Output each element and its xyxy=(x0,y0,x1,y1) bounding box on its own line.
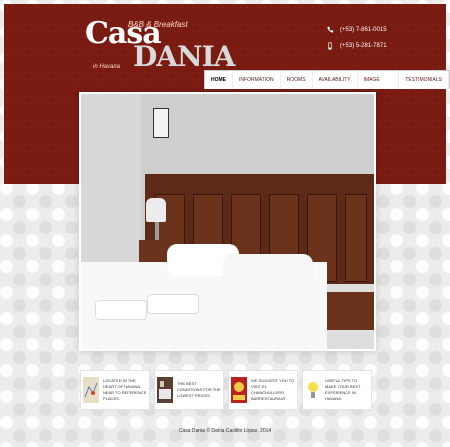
photo-lamp-shade xyxy=(146,198,166,222)
hero-photo-frame xyxy=(79,92,376,351)
contact-phone-1: (+53) 7-861-0015 xyxy=(326,22,387,38)
feature-prices[interactable]: The best conditions for the lowest price… xyxy=(154,370,224,410)
main-nav: Home Information Rooms Availability Imag… xyxy=(204,70,450,101)
mobile-icon xyxy=(328,42,332,50)
phone-number-1: (+53) 7-861-0015 xyxy=(340,27,387,33)
logo-tagline: B&B & Breakfast xyxy=(128,20,188,29)
feature-location[interactable]: Located in the heart of Havana Near to r… xyxy=(80,370,150,410)
photo-towel-1 xyxy=(95,300,147,320)
photo-pillow-2 xyxy=(223,254,313,290)
feature-tips-text: Useful tips to make your best experience… xyxy=(325,378,361,401)
photo-wall-art xyxy=(153,108,169,138)
nav-image-tour[interactable]: Image Tour xyxy=(358,71,400,101)
feature-restaurant-text: We suggest you to visit El Chanchullero … xyxy=(251,378,295,401)
logo-location: in Havana xyxy=(93,64,121,70)
restaurant-logo-icon xyxy=(231,377,247,403)
feature-tips[interactable]: Useful tips to make your best experience… xyxy=(302,370,372,410)
nav-rooms[interactable]: Rooms xyxy=(281,71,313,89)
phone-icon xyxy=(327,26,334,33)
nav-home[interactable]: Home xyxy=(205,71,233,89)
phone-number-2: (+53) 5-281-7871 xyxy=(340,43,387,49)
photo-lamp-base xyxy=(155,222,159,240)
site-logo[interactable]: Casa B&B & Breakfast DANIA in Havana xyxy=(85,16,235,84)
contact-phone-2: (+53) 5-281-7871 xyxy=(326,38,387,54)
photo-nightstand-right xyxy=(327,292,374,330)
nav-testimonials[interactable]: Testimonials xyxy=(399,71,449,89)
nav-information[interactable]: Information xyxy=(233,71,281,89)
contact-info: (+53) 7-861-0015 (+53) 5-281-7871 xyxy=(326,22,387,54)
headboard-panel xyxy=(345,194,367,282)
nav-availability[interactable]: Availability xyxy=(313,71,358,89)
lightbulb-icon xyxy=(305,377,321,403)
map-icon xyxy=(83,377,99,403)
footer-copyright: Casa Dania © Dania Castillo López. 2014 xyxy=(178,428,272,434)
feature-location-text: Located in the heart of Havana Near to r… xyxy=(103,378,147,401)
hero-room-photo xyxy=(81,94,374,349)
photo-towel-2 xyxy=(147,294,199,314)
room-thumbnail-icon xyxy=(157,377,173,403)
logo-word-dania: DANIA xyxy=(133,40,235,73)
feature-restaurant[interactable]: We suggest you to visit El Chanchullero … xyxy=(228,370,298,410)
features-strip: Located in the heart of Havana Near to r… xyxy=(80,370,372,410)
feature-prices-text: The best conditions for the lowest price… xyxy=(177,381,221,398)
